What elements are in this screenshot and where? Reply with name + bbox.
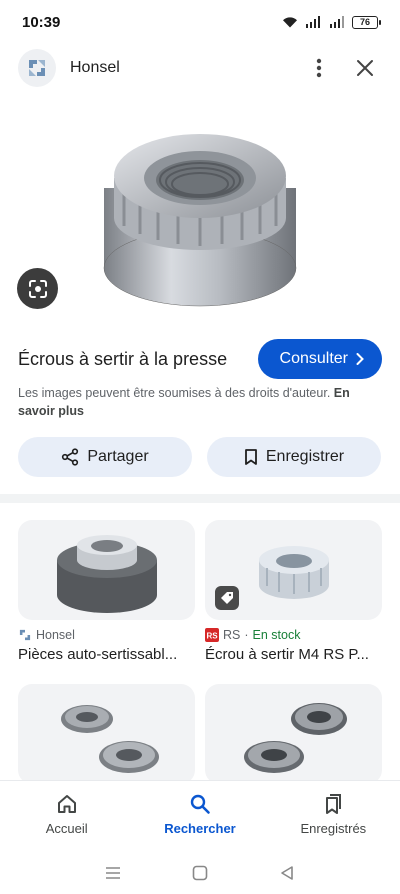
share-icon: [62, 448, 79, 466]
copyright-notice: Les images peuvent être soumises à des d…: [18, 384, 380, 420]
related-card[interactable]: [205, 684, 382, 784]
nav-search[interactable]: Rechercher: [140, 793, 260, 836]
save-label: Enregistrer: [265, 448, 345, 465]
related-card-source: Honsel: [18, 628, 195, 642]
wifi-icon: [283, 17, 297, 28]
copyright-text: Les images peuvent être soumises à des d…: [18, 386, 331, 400]
source-separator: ·: [244, 628, 249, 642]
related-card-title: Pièces auto-sertissabl...: [18, 646, 178, 663]
signal-icon: [306, 16, 320, 28]
nut-image: [56, 535, 157, 613]
visit-button[interactable]: Consulter: [257, 339, 382, 379]
press-nut-image: [103, 133, 297, 306]
visit-button-label: Consulter: [279, 350, 348, 367]
back-triangle-icon[interactable]: [279, 865, 295, 881]
bookmark-icon: [244, 449, 257, 465]
tag-icon: [221, 592, 233, 604]
home-icon: [57, 795, 76, 813]
section-divider: [0, 494, 400, 503]
nuts-pair-image: [60, 705, 159, 773]
bottom-navigation: Accueil Rechercher Enregistrés: [0, 780, 400, 848]
related-card-source: RS RS · En stock: [205, 628, 382, 642]
nav-home[interactable]: Accueil: [7, 793, 127, 836]
product-tag-badge: [215, 586, 239, 610]
chevron-right-icon: [356, 353, 364, 365]
lens-icon: [28, 279, 47, 298]
nuts-pair-image: [243, 703, 347, 773]
battery-indicator: 76: [352, 15, 381, 29]
close-button[interactable]: [348, 51, 382, 85]
site-name[interactable]: Honsel: [70, 59, 290, 77]
rs-favicon-icon: RS: [205, 628, 219, 642]
system-navigation-bar: [0, 852, 400, 894]
related-card[interactable]: [18, 684, 195, 784]
honsel-favicon-icon: [19, 629, 31, 641]
recents-icon[interactable]: [105, 866, 121, 880]
close-icon: [357, 60, 373, 76]
status-icons: 76: [282, 15, 381, 29]
source-name: RS: [223, 628, 241, 642]
nav-home-label: Accueil: [45, 821, 88, 836]
related-card-image[interactable]: [18, 684, 195, 784]
signal-icon-2: [330, 16, 344, 28]
product-title-row: Écrous à sertir à la presse Consulter: [18, 338, 382, 380]
related-card-image[interactable]: [205, 684, 382, 784]
status-time: 10:39: [22, 13, 61, 31]
source-header: Honsel: [0, 46, 400, 90]
related-card-title: Écrou à sertir M4 RS P...: [205, 646, 369, 663]
action-row: Partager Enregistrer: [18, 437, 381, 477]
save-button[interactable]: Enregistrer: [207, 437, 381, 477]
nut-image: [258, 546, 329, 599]
svg-text:RS: RS: [206, 632, 218, 641]
lens-search-button[interactable]: [17, 268, 58, 309]
source-name: Honsel: [36, 628, 75, 642]
nav-saved[interactable]: Enregistrés: [273, 793, 393, 836]
share-button[interactable]: Partager: [18, 437, 192, 477]
hero-image[interactable]: [0, 100, 400, 325]
related-card[interactable]: Honsel Pièces auto-sertissabl...: [18, 520, 195, 663]
honsel-logo-icon: [29, 60, 45, 76]
status-bar: 10:39 76: [0, 0, 400, 44]
related-card-image[interactable]: [205, 520, 382, 620]
related-card-image[interactable]: [18, 520, 195, 620]
home-square-icon[interactable]: [192, 865, 208, 881]
share-label: Partager: [87, 448, 149, 465]
nav-saved-label: Enregistrés: [300, 821, 367, 836]
nav-search-label: Rechercher: [164, 821, 236, 836]
product-title: Écrous à sertir à la presse: [18, 348, 228, 369]
more-options-button[interactable]: [302, 51, 336, 85]
bookmarks-icon: [326, 794, 342, 814]
more-vert-icon: [316, 58, 322, 78]
site-logo[interactable]: [18, 49, 56, 87]
stock-status: En stock: [252, 628, 301, 642]
search-icon: [190, 794, 210, 814]
related-card[interactable]: RS RS · En stock Écrou à sertir M4 RS P.…: [205, 520, 382, 663]
